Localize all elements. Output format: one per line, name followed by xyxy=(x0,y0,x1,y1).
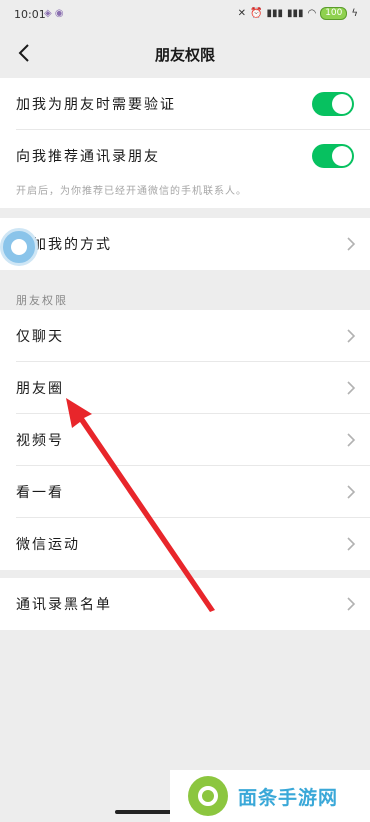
nav-header: 朋友权限 xyxy=(0,30,370,78)
bubble-face-icon xyxy=(11,239,27,255)
logo-ring xyxy=(198,786,218,806)
mute-icon: ✕ xyxy=(237,8,246,19)
require-verification-row[interactable]: 加我为朋友时需要验证 xyxy=(0,78,370,130)
watermark-text: 面条手游网 xyxy=(238,786,339,809)
site-watermark: 面条手游网 xyxy=(170,770,370,822)
list-item-channels[interactable]: 视频号 xyxy=(0,414,370,466)
blacklist-label: 通讯录黑名单 xyxy=(16,597,112,613)
alarm-icon: ⏰ xyxy=(249,8,263,19)
watermark-logo-icon xyxy=(188,776,228,816)
chevron-right-icon xyxy=(347,237,356,251)
toggle-knob xyxy=(332,146,352,166)
blacklist-card: 通讯录黑名单 xyxy=(0,578,370,630)
page-title: 朋友权限 xyxy=(154,46,215,64)
status-bar: 10:01 ◈ ◉ ✕ ⏰ ▮▮▮ ▮▮▮ ◠ 100 ϟ xyxy=(0,0,370,30)
list-item-moments[interactable]: 朋友圈 xyxy=(0,362,370,414)
battery-icon: 100 xyxy=(320,7,348,20)
chevron-right-icon xyxy=(347,433,356,447)
friend-permissions-card: 仅聊天 朋友圈 视频号 看一看 微信运动 xyxy=(0,310,370,570)
list-item-chat-only[interactable]: 仅聊天 xyxy=(0,310,370,362)
chevron-right-icon xyxy=(347,597,356,611)
blacklist-row[interactable]: 通讯录黑名单 xyxy=(0,578,370,630)
list-item-top-stories[interactable]: 看一看 xyxy=(0,466,370,518)
toggle-knob xyxy=(332,94,352,114)
verification-card: 加我为朋友时需要验证 向我推荐通讯录朋友 开启后，为你推荐已经开通微信的手机联系… xyxy=(0,78,370,208)
require-verification-label: 加我为朋友时需要验证 xyxy=(16,97,176,113)
list-item-label: 视频号 xyxy=(16,433,64,449)
add-methods-row[interactable]: 添加我的方式 xyxy=(0,218,370,270)
require-verification-toggle[interactable] xyxy=(312,92,354,116)
add-methods-card: 添加我的方式 xyxy=(0,218,370,270)
charging-icon: ϟ xyxy=(351,8,358,19)
chevron-right-icon xyxy=(347,537,356,551)
recommend-contacts-row[interactable]: 向我推荐通讯录朋友 xyxy=(0,130,370,182)
status-icons: ✕ ⏰ ▮▮▮ ▮▮▮ ◠ 100 ϟ xyxy=(238,7,358,20)
recommend-contacts-label: 向我推荐通讯录朋友 xyxy=(16,149,160,165)
list-item-label: 微信运动 xyxy=(16,537,80,553)
list-item-label: 朋友圈 xyxy=(16,381,64,397)
status-time: 10:01 xyxy=(14,8,46,21)
section-label-friend-permissions: 朋友权限 xyxy=(16,294,68,307)
floating-assistant-bubble[interactable] xyxy=(0,228,38,266)
list-item-label: 看一看 xyxy=(16,485,64,501)
chevron-right-icon xyxy=(347,329,356,343)
chevron-right-icon xyxy=(347,381,356,395)
chevron-right-icon xyxy=(347,485,356,499)
notification-icons: ◈ ◉ xyxy=(44,8,64,19)
recommend-contacts-hint: 开启后，为你推荐已经开通微信的手机联系人。 xyxy=(16,186,247,197)
list-item-label: 仅聊天 xyxy=(16,329,64,345)
wifi-icon: ◠ xyxy=(307,8,317,19)
signal-icon-2: ▮▮▮ xyxy=(286,8,304,19)
signal-icon: ▮▮▮ xyxy=(266,8,283,19)
list-item-werun[interactable]: 微信运动 xyxy=(0,518,370,570)
recommend-contacts-toggle[interactable] xyxy=(312,144,354,168)
